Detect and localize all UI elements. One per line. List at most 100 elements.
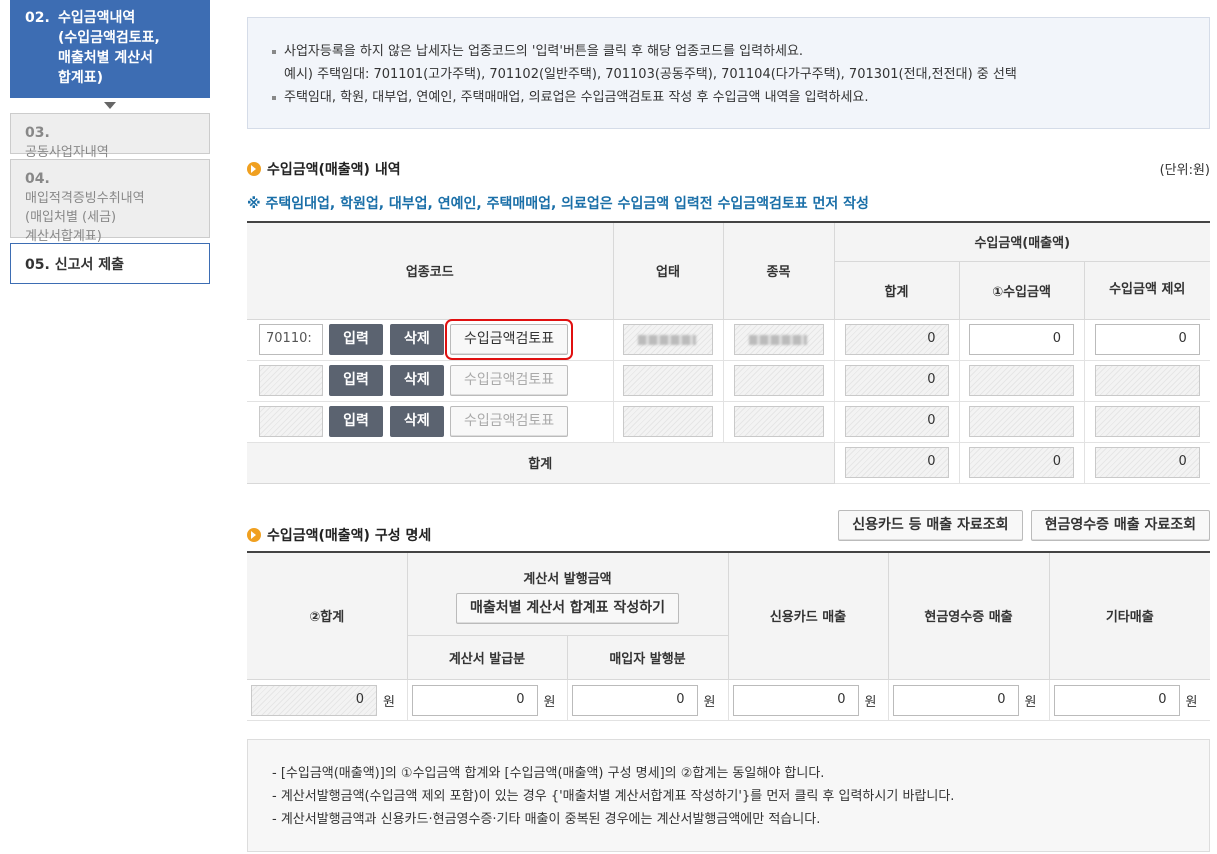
notice-line: 주택임대, 학원, 대부업, 연예인, 주택매매업, 의료업은 수입금액검토표 … — [270, 86, 1189, 109]
income-review-button[interactable]: 수입금액검토표 — [449, 406, 569, 437]
orange-bullet-icon — [247, 527, 261, 542]
table-row: 70110: 입력 삭제 수입금액검토표 0 0 0 — [247, 318, 1210, 361]
step-02-income-details[interactable]: 02. 수입금액내역 (수입금액검토표, 매출처별 계산서 합계표) — [10, 0, 210, 98]
sum-total-field: 0 — [844, 447, 949, 478]
table-row: 입력 삭제 수입금액검토표 0 — [247, 400, 1210, 443]
caution-notes-box: - [수입금액(매출액)]의 ①수입금액 합계와 [수입금액(매출액) 구성 명… — [247, 739, 1210, 852]
col-header-total: 합계 — [834, 260, 960, 320]
buyer-issued-amount-input[interactable]: 0 — [571, 684, 698, 716]
step-label: 수입금액내역 (수입금액검토표, 매출처별 계산서 합계표) — [58, 10, 160, 86]
input-code-button[interactable]: 입력 — [329, 324, 383, 355]
step-05-submit-return[interactable]: 05. 신고서 제출 — [10, 243, 210, 284]
sum-income-field: 0 — [969, 447, 1074, 478]
section-title: 수입금액(매출액) 구성 명세 — [247, 525, 431, 545]
won-unit: 원 — [864, 694, 877, 710]
step-number: 05. — [25, 257, 50, 273]
col-header-income-group: 수입금액(매출액) — [833, 221, 1210, 262]
item-field — [733, 324, 824, 355]
composition-section-header: 수입금액(매출액) 구성 명세 신용카드 등 매출 자료조회 현금영수증 매출 … — [247, 509, 1210, 545]
exclude-amount-input — [1094, 365, 1200, 396]
col-header-card-sales: 신용카드 매출 — [727, 551, 889, 680]
notice-example-line: 예시) 주택임대: 701101(고가주택), 701102(일반주택), 70… — [284, 67, 1017, 82]
sum-label: 합계 — [247, 441, 835, 484]
col-header-sum: ②합계 — [247, 551, 408, 680]
delete-row-button[interactable]: 삭제 — [390, 365, 444, 396]
income-amount-input[interactable]: 0 — [969, 324, 1074, 355]
industry-code-field — [259, 406, 323, 437]
col-header-item: 종목 — [722, 221, 835, 320]
business-type-field — [623, 406, 713, 437]
industry-code-field[interactable]: 70110: — [259, 324, 323, 355]
sum-amount-field: 0 — [251, 684, 377, 716]
step-label: 공동사업자내역 — [25, 145, 109, 160]
note-line: - [수입금액(매출액)]의 ①수입금액 합계와 [수입금액(매출액) 구성 명… — [272, 766, 825, 781]
step-label: 매입적격증빙수취내역 (매입처별 (세금) 계산서합계표) — [25, 191, 145, 244]
composition-section-title: 수입금액(매출액) 구성 명세 — [267, 527, 432, 544]
write-invoice-summary-button[interactable]: 매출처별 계산서 합계표 작성하기 — [456, 592, 679, 624]
card-sales-lookup-button[interactable]: 신용카드 등 매출 자료조회 — [838, 509, 1023, 541]
note-line: - 계산서발행금액(수입금액 제외 포함)이 있는 경우 {'매출처별 계산서합… — [272, 789, 955, 804]
won-unit: 원 — [1185, 694, 1198, 710]
arrow-down-icon — [104, 102, 116, 109]
industry-code-field — [259, 365, 323, 396]
step-label: 신고서 제출 — [54, 257, 124, 273]
col-header-business-type: 업태 — [612, 221, 724, 320]
col-header-issued: 계산서 발급분 — [407, 635, 568, 680]
step-03-joint-business[interactable]: 03. 공동사업자내역 — [10, 113, 210, 160]
composition-row: 0원 0원 0원 0원 0원 0원 — [247, 679, 1210, 721]
sum-row: 합계 0 0 0 — [247, 441, 1210, 484]
etc-sales-amount-input[interactable]: 0 — [1053, 684, 1180, 716]
step-sidebar: 02. 수입금액내역 (수입금액검토표, 매출처별 계산서 합계표) 03. 공동사… — [10, 0, 210, 284]
notice-line: 사업자등록을 하지 않은 납세자는 업종코드의 '입력'버튼을 클릭 후 해당 … — [270, 40, 1189, 63]
col-header-invoice-group: 계산서 발행금액 매출처별 계산서 합계표 작성하기 — [406, 551, 729, 636]
item-field — [733, 365, 824, 396]
card-sales-amount-input[interactable]: 0 — [732, 684, 859, 716]
won-unit: 원 — [543, 694, 556, 710]
income-section-header: 수입금액(매출액) 내역 (단위:원) — [247, 159, 1210, 181]
step-04-purchase-evidence[interactable]: 04. 매입적격증빙수취내역 (매입처별 (세금) 계산서합계표) — [10, 159, 210, 244]
issued-amount-input[interactable]: 0 — [411, 684, 538, 716]
exclude-amount-input[interactable]: 0 — [1094, 324, 1200, 355]
delete-row-button[interactable]: 삭제 — [390, 406, 444, 437]
review-warning-text: ※ 주택임대업, 학원업, 대부업, 연예인, 주택매매업, 의료업은 수입금액… — [247, 196, 869, 212]
table-row: 입력 삭제 수입금액검토표 0 — [247, 359, 1210, 402]
total-field: 0 — [844, 365, 949, 396]
income-review-button[interactable]: 수입금액검토표 — [444, 319, 574, 360]
sum-exclude-field: 0 — [1094, 447, 1200, 478]
unit-label: (단위:원) — [1159, 163, 1210, 178]
income-section-title: 수입금액(매출액) 내역 — [267, 162, 401, 178]
total-field: 0 — [844, 406, 949, 437]
col-header-buyer-issued: 매입자 발행분 — [566, 635, 728, 680]
input-code-button[interactable]: 입력 — [329, 365, 383, 396]
won-unit: 원 — [703, 694, 716, 710]
main-content: 사업자등록을 하지 않은 납세자는 업종코드의 '입력'버튼을 클릭 후 해당 … — [247, 0, 1210, 852]
col-header-etc-sales: 기타매출 — [1048, 551, 1210, 680]
step-number: 02. — [25, 10, 50, 26]
won-unit: 원 — [383, 694, 395, 710]
lookup-button-group: 신용카드 등 매출 자료조회 현금영수증 매출 자료조회 — [838, 509, 1210, 541]
exclude-amount-input — [1094, 406, 1200, 437]
invoice-group-label: 계산서 발행금액 — [523, 571, 612, 587]
input-code-button[interactable]: 입력 — [329, 406, 383, 437]
guide-notice-box: 사업자등록을 하지 않은 납세자는 업종코드의 '입력'버튼을 클릭 후 해당 … — [247, 17, 1210, 129]
income-amount-input — [969, 365, 1074, 396]
cash-receipt-lookup-button[interactable]: 현금영수증 매출 자료조회 — [1030, 509, 1210, 541]
total-field: 0 — [844, 324, 949, 355]
note-line: - 계산서발행금액과 신용카드·현금영수증·기타 매출이 중복된 경우에는 계산… — [272, 812, 821, 827]
col-header-code: 업종코드 — [247, 221, 614, 320]
delete-row-button[interactable]: 삭제 — [390, 324, 444, 355]
orange-bullet-icon — [247, 162, 261, 176]
section-title: 수입금액(매출액) 내역 — [247, 159, 1210, 179]
won-unit: 원 — [1024, 694, 1037, 710]
col-header-income: ①수입금액 — [958, 260, 1085, 320]
business-type-field — [623, 324, 713, 355]
income-amount-input — [969, 406, 1074, 437]
step-number: 03. — [25, 125, 50, 141]
col-header-exclude: 수입금액 제외 — [1083, 260, 1210, 320]
cash-sales-amount-input[interactable]: 0 — [892, 684, 1019, 716]
income-review-button[interactable]: 수입금액검토표 — [449, 365, 569, 396]
col-header-cash-sales: 현금영수증 매출 — [887, 551, 1050, 680]
business-type-field — [623, 365, 713, 396]
item-field — [733, 406, 824, 437]
income-table: 업종코드 업태 종목 수입금액(매출액) 합계 ①수입금액 수입금액 제외 70… — [247, 221, 1210, 484]
